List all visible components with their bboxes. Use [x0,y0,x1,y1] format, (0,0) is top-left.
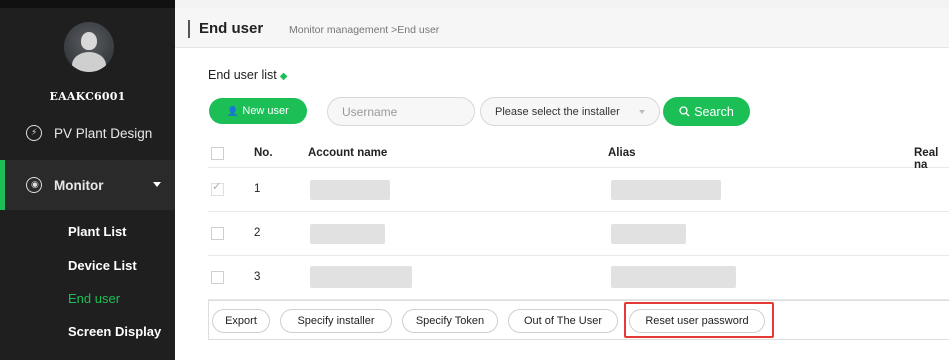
main-content: End user Monitor management >End user En… [175,0,949,360]
row-number: 1 [254,183,261,195]
sidebar-item-label: Monitor [54,177,104,193]
caret-down-icon [153,182,161,187]
redacted-alias [611,266,736,288]
redacted-account-name [310,180,390,200]
avatar-head [81,32,97,50]
sidebar-subitem-end-user[interactable]: End user [0,291,175,306]
select-all-checkbox[interactable] [211,147,224,160]
header-account-name: Account name [308,147,388,159]
table-row[interactable]: 2 [208,212,949,256]
row-checkbox[interactable] [211,227,224,240]
list-title: End user list ◆ [208,68,287,82]
sidebar-item-pv-plant-design[interactable]: ⚡ PV Plant Design [0,120,175,146]
checkmark-icon: ✓ [212,181,222,193]
lightning-icon: ⚡ [26,125,42,141]
redacted-account-name [310,266,412,288]
installer-select-value: Please select the installer [495,105,620,118]
double-arrow-icon: ◆ [279,71,288,82]
monitor-icon: ◉ [26,177,42,193]
username: EAAKC6001 [49,90,126,103]
row-checkbox[interactable] [211,271,224,284]
list-title-text: End user list [208,68,277,82]
highlight-box [624,302,774,338]
redacted-alias [611,224,686,244]
table-header: No. Account name Alias Real na [208,140,949,171]
new-user-button[interactable]: 👤 New user [209,98,307,124]
sidebar-item-monitor[interactable]: ◉ Monitor [0,160,175,210]
out-of-the-user-button[interactable]: Out of The User [508,309,618,333]
table-row[interactable]: ✓ 1 [208,168,949,212]
page-header: End user Monitor management >End user [175,8,949,48]
avatar-body [72,52,106,72]
page-title: End user [199,20,264,37]
export-button[interactable]: Export [212,309,270,333]
username-input[interactable]: Username [327,97,475,126]
specify-installer-button[interactable]: Specify installer [280,309,392,333]
title-bar-marker [188,20,190,38]
sidebar-subitem-plant-list[interactable]: Plant List [0,224,175,239]
header-no: No. [254,147,273,159]
avatar[interactable] [64,22,114,72]
header-alias: Alias [608,147,636,159]
sidebar-item-label: PV Plant Design [54,125,153,141]
user-icon: 👤 [227,105,239,116]
search-icon [679,106,690,117]
new-user-label: New user [242,105,289,117]
search-label: Search [694,104,734,119]
breadcrumb: Monitor management >End user [289,24,440,36]
redacted-account-name [310,224,385,244]
sidebar-subitem-device-list[interactable]: Device List [0,258,175,273]
redacted-alias [611,180,721,200]
sidebar-top-strip [0,0,175,8]
action-bar: Export Specify installer Specify Token O… [208,300,949,340]
table-row[interactable]: 3 [208,256,949,300]
sidebar-subitem-screen-display[interactable]: Screen Display [0,324,175,339]
username-placeholder: Username [342,104,398,119]
sidebar: EAAKC6001 ⚡ PV Plant Design ◉ Monitor Pl… [0,0,175,360]
row-number: 3 [254,271,261,283]
top-line [175,0,949,8]
installer-select[interactable]: Please select the installer [480,97,660,126]
search-button[interactable]: Search [663,97,750,126]
chevron-down-icon [639,110,645,114]
specify-token-button[interactable]: Specify Token [402,309,498,333]
row-number: 2 [254,227,261,239]
